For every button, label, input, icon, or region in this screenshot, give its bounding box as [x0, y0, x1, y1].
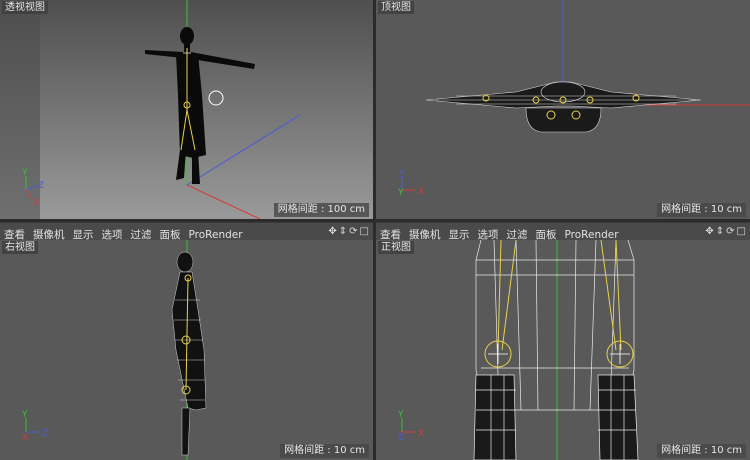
- svg-text:Y: Y: [21, 168, 28, 178]
- svg-text:X: X: [22, 433, 28, 443]
- rotate-icon[interactable]: ⟳: [348, 226, 358, 237]
- maximize-icon[interactable]: □: [359, 226, 370, 237]
- move-icon[interactable]: ✥: [704, 226, 714, 237]
- svg-text:X: X: [418, 429, 424, 439]
- svg-text:Z: Z: [398, 170, 404, 180]
- svg-text:Z: Z: [42, 429, 48, 439]
- viewport-nav-tools: ✥ ⇕ ⟳ □: [704, 223, 747, 240]
- viewport-label-right: 右视图: [2, 241, 38, 254]
- viewport-right[interactable]: Y Z X 右视图 网格间距 : 10 cm: [0, 240, 373, 460]
- viewport-label-front: 正视图: [378, 241, 414, 254]
- viewport-nav-tools: ✥ ⇕ ⟳ □: [327, 223, 370, 240]
- front-scene: Y X Z: [376, 240, 750, 460]
- svg-text:Z: Z: [38, 181, 44, 191]
- viewport-label-perspective: 透视视图: [2, 1, 48, 14]
- svg-text:Y: Y: [21, 410, 28, 420]
- viewport-perspective[interactable]: Y Z X 透视视图 网格间距 : 100 cm: [0, 0, 373, 219]
- right-scene: Y Z X: [0, 240, 373, 460]
- viewport-label-top: 顶视图: [378, 1, 414, 14]
- viewport-front[interactable]: Y X Z 正视图 网格间距 : 10 cm: [376, 240, 750, 460]
- top-scene: Z Y X: [376, 0, 750, 219]
- svg-text:Y: Y: [397, 188, 404, 198]
- grid-spacing-perspective: 网格间距 : 100 cm: [273, 203, 369, 217]
- zoom-icon[interactable]: ⇕: [338, 226, 348, 237]
- viewport-menubar-left: 查看 摄像机 显示 选项 过滤 面板 ProRender ✥ ⇕ ⟳ □: [0, 222, 373, 241]
- svg-text:Y: Y: [397, 410, 404, 420]
- grid-spacing-top: 网格间距 : 10 cm: [657, 203, 746, 217]
- grid-spacing-right: 网格间距 : 10 cm: [280, 444, 369, 458]
- zoom-icon[interactable]: ⇕: [715, 226, 725, 237]
- viewport-menubar-right: 查看 摄像机 显示 选项 过滤 面板 ProRender ✥ ⇕ ⟳ □: [376, 222, 750, 241]
- move-icon[interactable]: ✥: [327, 226, 337, 237]
- svg-text:X: X: [418, 187, 424, 197]
- svg-text:X: X: [33, 198, 39, 208]
- viewport-top[interactable]: Z Y X 顶视图 网格间距 : 10 cm: [376, 0, 750, 219]
- perspective-scene: Y Z X: [0, 0, 373, 219]
- svg-text:Z: Z: [398, 433, 404, 443]
- rotate-icon[interactable]: ⟳: [725, 226, 735, 237]
- grid-spacing-front: 网格间距 : 10 cm: [657, 444, 746, 458]
- maximize-icon[interactable]: □: [736, 226, 747, 237]
